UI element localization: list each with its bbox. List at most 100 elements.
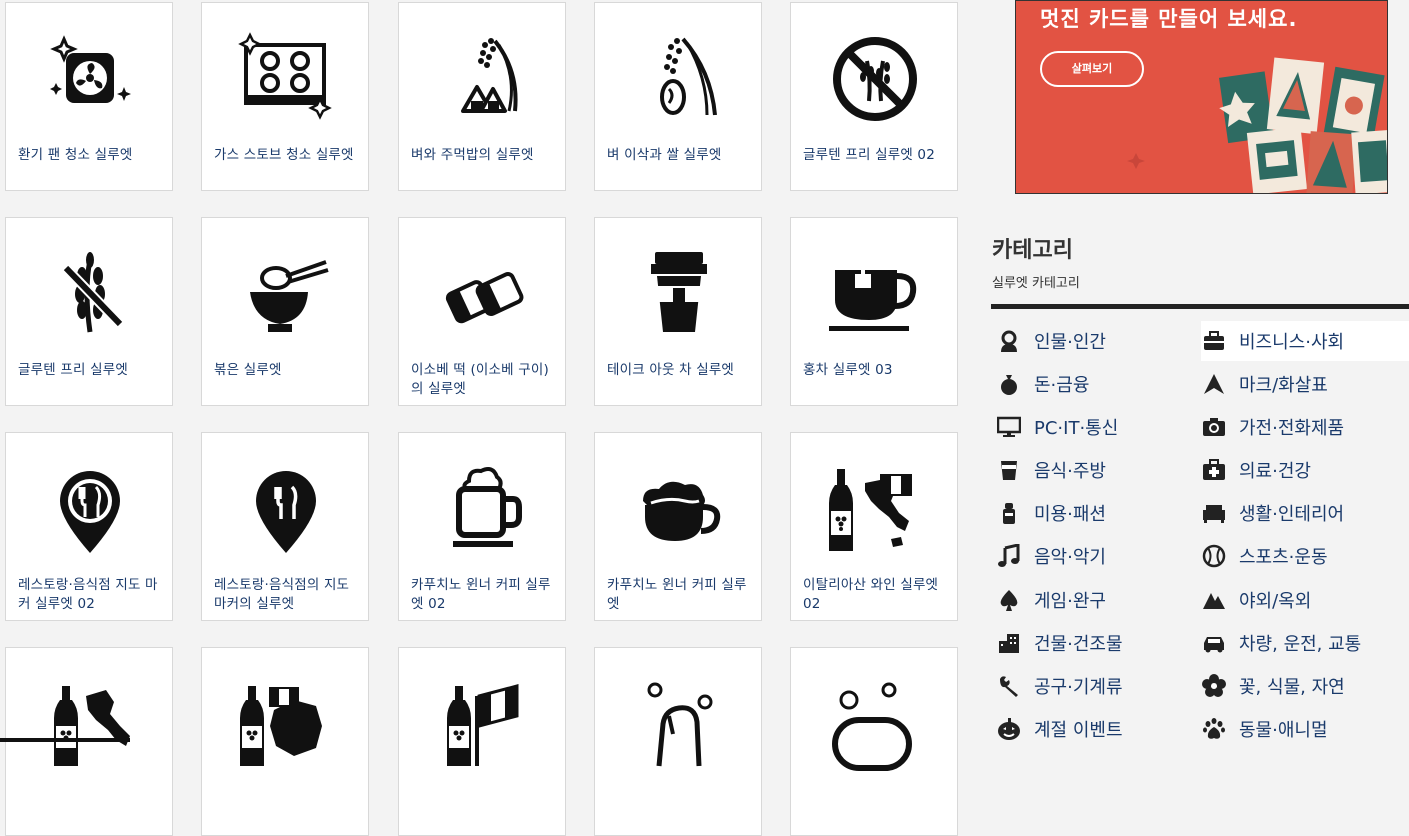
category-label: 꽃, 식물, 자연 [1239,677,1345,698]
pumpkin-icon [996,716,1022,742]
category-sports[interactable]: 스포츠·운동 [1201,536,1328,576]
category-divider [991,304,1409,309]
card-title: 카푸치노 윈너 커피 실루엣 [607,577,747,612]
france-wine-icon [236,676,336,772]
silhouette-card[interactable]: 벼 이삭과 쌀 실루엣 [594,2,762,191]
category-vehicles[interactable]: 차량, 운전, 교통 [1201,623,1361,663]
isobe-mochi-icon [433,246,533,342]
silhouette-card[interactable]: 가스 스토브 청소 실루엣 [201,2,369,191]
tea-cup-icon [825,246,925,342]
banner-headline: 멋진 카드를 만들어 보세요. [1040,7,1298,31]
money-bag-icon [996,371,1022,397]
card-title: 환기 팬 청소 실루엣 [18,147,133,163]
gluten-free-icon [40,246,140,342]
category-label: 건물·건조물 [1034,634,1123,655]
silhouette-grid: 환기 팬 청소 실루엣 가스 스토브 청소 실루엣 벼와 주먹밥의 실루엣 벼 … [0,0,980,836]
category-tools[interactable]: 공구·기계류 [996,666,1123,706]
rice-ear-icon [629,31,729,127]
silhouette-card[interactable]: 카푸치노 윈너 커피 실루엣 [594,432,762,621]
ball-icon [1201,543,1227,569]
category-subheading: 실루엣 카테고리 [992,276,1080,291]
card-title: 카푸치노 윈너 커피 실루엣 02 [411,577,551,612]
silhouette-card[interactable]: 환기 팬 청소 실루엣 [5,2,173,191]
category-label: 계절 이벤트 [1034,720,1123,741]
category-label: 동물·애니멀 [1239,720,1328,741]
browse-button[interactable]: 살펴보기 [1040,51,1144,87]
silhouette-card[interactable]: 볶은 실루엣 [201,217,369,406]
category-people[interactable]: 인물·인간 [996,321,1106,361]
category-label: 가전·전화제품 [1239,418,1345,439]
category-pc-it[interactable]: PC·IT·통신 [996,407,1118,447]
spade-icon [996,587,1022,613]
category-label: 음악·악기 [1034,547,1106,568]
category-label: 미용·패션 [1034,504,1106,525]
category-beauty[interactable]: 미용·패션 [996,493,1106,533]
silhouette-card[interactable]: 이소베 떡 (이소베 구이)의 실루엣 [398,217,566,406]
card-title: 레스토랑·음식점 지도 마커 실루엣 02 [18,577,158,612]
monitor-icon [996,414,1022,440]
rice-onigiri-icon [433,31,533,127]
fan-cleaning-icon [40,31,140,127]
card-title: 글루텐 프리 실루엣 [18,362,128,378]
sofa-icon [1201,500,1227,526]
category-label: 공구·기계류 [1034,677,1123,698]
category-outdoor[interactable]: 야외/옥외 [1201,580,1311,620]
category-seasonal[interactable]: 계절 이벤트 [996,709,1123,749]
camera-icon [1201,414,1227,440]
lipstick-icon [996,500,1022,526]
car-icon [1201,630,1227,656]
briefcase-icon [1201,328,1227,354]
category-nature[interactable]: 꽃, 식물, 자연 [1201,666,1345,706]
silhouette-card[interactable]: 레스토랑·음식점 지도 마커 실루엣 02 [5,432,173,621]
silhouette-card[interactable]: 홍차 실루엣 03 [790,217,958,406]
category-living[interactable]: 생활·인테리어 [1201,493,1344,533]
category-games[interactable]: 게임·완구 [996,580,1106,620]
person-icon [996,328,1022,354]
category-label: 차량, 운전, 교통 [1239,634,1362,655]
restaurant-marker-icon [236,461,336,557]
building-icon [996,630,1022,656]
silhouette-card[interactable]: 이탈리아산 와인 실루엣 02 [790,432,958,621]
card-title: 벼와 주먹밥의 실루엣 [411,147,534,163]
category-label: 인물·인간 [1034,332,1106,353]
category-label: PC·IT·통신 [1034,418,1119,439]
silhouette-card[interactable]: 테이크 아웃 차 실루엣 [594,217,762,406]
horizontal-scrollbar[interactable] [0,738,130,742]
arrow-icon [1201,371,1227,397]
silhouette-card[interactable]: 카푸치노 윈너 커피 실루엣 02 [398,432,566,621]
category-animals[interactable]: 동물·애니멀 [1201,709,1328,749]
gas-stove-icon [236,31,336,127]
category-medical[interactable]: 의료·건강 [1201,450,1311,490]
card-title: 글루텐 프리 실루엣 02 [803,147,936,163]
category-label: 스포츠·운동 [1239,547,1328,568]
cappuccino-mug-icon [433,461,533,557]
card-title: 이소베 떡 (이소베 구이)의 실루엣 [411,362,549,397]
silhouette-card[interactable]: 레스토랑·음식점의 지도 마커의 실루엣 [201,432,369,621]
category-buildings[interactable]: 건물·건조물 [996,623,1123,663]
takeout-cup-icon [629,246,729,342]
silhouette-card[interactable]: 벼와 주먹밥의 실루엣 [398,2,566,191]
restaurant-marker-outline-icon [40,461,140,557]
category-food[interactable]: 음식·주방 [996,450,1106,490]
paw-icon [1201,716,1227,742]
category-label: 게임·완구 [1034,591,1106,612]
silhouette-card[interactable]: 글루텐 프리 실루엣 [5,217,173,406]
flower-icon [1201,673,1227,699]
category-heading: 카테고리 [992,238,1073,263]
category-label: 마크/화살표 [1239,375,1328,396]
card-title: 벼 이삭과 쌀 실루엣 [607,147,722,163]
silhouette-card[interactable]: 글루텐 프리 실루엣 02 [790,2,958,191]
card-maker-banner[interactable]: 멋진 카드를 만들어 보세요. 살펴보기 [1015,0,1388,194]
category-label: 의료·건강 [1239,461,1311,482]
category-business[interactable]: 비즈니스·사회 [1201,321,1409,361]
cup-icon [996,457,1022,483]
bowl-chopsticks-icon [236,246,336,342]
music-note-icon [996,543,1022,569]
category-money[interactable]: 돈·금융 [996,364,1089,404]
category-label: 생활·인테리어 [1239,504,1345,525]
card-title: 가스 스토브 청소 실루엣 [214,147,354,163]
category-appliances[interactable]: 가전·전화제품 [1201,407,1344,447]
category-marks-arrows[interactable]: 마크/화살표 [1201,364,1328,404]
bread-icon [629,676,729,772]
category-music[interactable]: 음악·악기 [996,536,1106,576]
